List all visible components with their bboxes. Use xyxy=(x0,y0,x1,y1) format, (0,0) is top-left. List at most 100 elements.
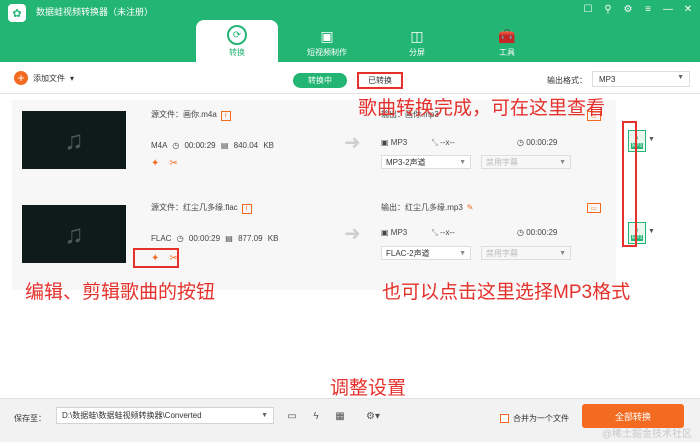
merge-option[interactable]: 合并为一个文件 xyxy=(500,413,569,424)
save-to-label: 保存至： xyxy=(14,414,46,423)
audio-icon: ▣ xyxy=(381,228,389,237)
subtitle-value: 禁用字幕 xyxy=(486,157,518,167)
audio-icon: ▣ xyxy=(381,138,389,147)
cut-icon[interactable]: ✂ xyxy=(169,158,177,169)
toolbox-icon: 🧰 xyxy=(498,28,516,44)
source-size: 877.09 KB xyxy=(238,234,279,243)
plus-icon: + xyxy=(14,71,28,85)
settings-icon[interactable]: ⚙ xyxy=(622,4,634,15)
feedback-icon[interactable]: ☐ xyxy=(582,4,594,15)
music-thumbnail: ♫ xyxy=(22,111,126,169)
source-file: 源文件：红尘几多缘.flac i xyxy=(151,202,252,214)
info-icon[interactable]: i xyxy=(220,111,231,121)
output-format-select[interactable]: MP3 ▼ xyxy=(592,71,690,87)
add-file-button[interactable]: + 添加文件 ▾ xyxy=(14,71,74,85)
key-icon[interactable]: ⚲ xyxy=(602,4,614,15)
source-meta: FLAC ◷ 00:00:29 ▤ 877.09 KB xyxy=(151,234,278,243)
app-title: 数据蛙视频转换器（未注册） xyxy=(36,7,154,17)
tab-label: 工具 xyxy=(499,48,515,57)
app-logo: ✿ xyxy=(8,4,26,22)
settings-gear-icon[interactable]: ⚙▾ xyxy=(360,409,386,423)
clock-icon: ◷ xyxy=(517,228,524,237)
edit-tools: ✦ ✂ xyxy=(151,158,178,169)
tab-label: 分屏 xyxy=(409,48,425,57)
title-bar: ✿ 数据蛙视频转换器（未注册） ☐ ⚲ ⚙ ≡ — ✕ ⟳ 转换 ▣ 短视频制作… xyxy=(0,0,700,62)
split-screen-icon: ◫ xyxy=(410,28,424,44)
output-format: MP3 xyxy=(390,138,408,147)
merge-label: 合并为一个文件 xyxy=(513,414,569,423)
source-format: FLAC xyxy=(151,234,172,243)
output-format: MP3 xyxy=(390,228,408,237)
chevron-down-icon[interactable]: ▼ xyxy=(648,136,655,143)
tab-split-screen[interactable]: ◫ 分屏 xyxy=(376,20,458,62)
info-icon[interactable]: i xyxy=(241,204,252,214)
add-file-label: 添加文件 xyxy=(33,73,65,83)
output-resolution: --x-- xyxy=(440,138,455,147)
audio-channel-select[interactable]: FLAC-2声道 ▼ xyxy=(381,246,471,260)
chevron-down-icon: ▾ xyxy=(70,73,75,83)
annotation-settings: 调整设置 xyxy=(330,378,407,399)
subtitle-select[interactable]: 禁用字幕 ▼ xyxy=(481,155,571,169)
chevron-down-icon: ▼ xyxy=(459,158,466,166)
resize-icon: ⤡ xyxy=(431,228,438,237)
save-path-select[interactable]: D:\数据蛙\数据蛙视频转换器\Converted ▼ xyxy=(56,407,274,424)
tab-convert[interactable]: ⟳ 转换 xyxy=(196,20,278,62)
file-icon: ▤ xyxy=(225,234,233,243)
subtitle-select[interactable]: 禁用字幕 ▼ xyxy=(481,246,571,260)
source-format: M4A xyxy=(151,141,168,150)
clock-icon: ◷ xyxy=(176,234,184,243)
arrow-right-icon: ➜ xyxy=(344,132,361,154)
annotation-box-format xyxy=(622,121,637,247)
converting-tab[interactable]: 转换中 xyxy=(293,73,347,88)
close-icon[interactable]: ✕ xyxy=(682,4,694,15)
rename-icon[interactable]: ✎ xyxy=(467,203,474,212)
folder-icon[interactable]: ▭ xyxy=(284,409,300,423)
save-path-value: D:\数据蛙\数据蛙视频转换器\Converted xyxy=(62,411,202,420)
arrow-right-icon: ➜ xyxy=(344,223,361,245)
output-meta: ▣ MP3 ⤡ --x-- ◷ 00:00:29 xyxy=(381,228,557,238)
source-name: 源文件：红尘几多缘.flac xyxy=(151,203,238,212)
output-duration: 00:00:29 xyxy=(526,228,558,237)
watermark: @稀土掘金技术社区 xyxy=(601,429,692,440)
output-format-value: MP3 xyxy=(599,74,616,84)
menu-icon[interactable]: ≡ xyxy=(642,4,654,15)
hd-badge: ▭ xyxy=(587,203,601,213)
chevron-down-icon[interactable]: ▼ xyxy=(648,228,655,235)
output-meta: ▣ MP3 ⤡ --x-- ◷ 00:00:29 xyxy=(381,138,557,148)
gpu-icon[interactable]: ▦ xyxy=(332,409,348,423)
annotation-format: 也可以点击这里选择MP3格式 xyxy=(382,282,631,303)
chevron-down-icon: ▼ xyxy=(559,158,566,166)
output-duration: 00:00:29 xyxy=(526,138,558,147)
bottom-bar: 保存至： D:\数据蛙\数据蛙视频转换器\Converted ▼ ▭ ϟ ▦ ⚙… xyxy=(0,398,700,442)
source-meta: M4A ◷ 00:00:29 ▤ 840.04 KB xyxy=(151,141,274,150)
output-file: 输出：红尘几多缘.mp3 ✎ xyxy=(381,202,474,213)
toolbar: + 添加文件 ▾ 转换中 已转换 输出格式： MP3 ▼ xyxy=(0,62,700,94)
chevron-down-icon: ▼ xyxy=(677,74,684,81)
source-file: 源文件：画你.m4a i xyxy=(151,109,231,121)
minimize-icon[interactable]: — xyxy=(662,4,674,15)
chevron-down-icon: ▼ xyxy=(459,249,466,257)
file-icon: ▤ xyxy=(220,141,229,150)
audio-channel-select[interactable]: MP3-2声道 ▼ xyxy=(381,155,471,169)
audio-channel-value: MP3-2声道 xyxy=(386,157,426,167)
tab-tools[interactable]: 🧰 工具 xyxy=(466,20,548,62)
tab-label: 短视频制作 xyxy=(307,48,347,57)
source-size: 840.04 KB xyxy=(233,141,275,150)
source-duration: 00:00:29 xyxy=(188,234,221,243)
chevron-down-icon: ▼ xyxy=(559,249,566,257)
tab-label: 转换 xyxy=(229,48,245,57)
hardware-accel-icon[interactable]: ϟ xyxy=(308,409,324,423)
main-nav: ⟳ 转换 ▣ 短视频制作 ◫ 分屏 🧰 工具 xyxy=(196,20,556,62)
source-name: 源文件：画你.m4a xyxy=(151,110,217,119)
convert-icon: ⟳ xyxy=(227,25,247,45)
merge-checkbox[interactable] xyxy=(500,414,509,423)
annotation-converted: 歌曲转换完成，可在这里查看 xyxy=(358,98,606,119)
output-name: 输出：红尘几多缘.mp3 xyxy=(381,203,463,212)
resize-icon: ⤡ xyxy=(431,138,438,147)
edit-icon[interactable]: ✦ xyxy=(151,158,159,169)
converted-tab[interactable]: 已转换 xyxy=(357,72,403,89)
tab-short-video[interactable]: ▣ 短视频制作 xyxy=(286,20,368,62)
annotation-box-edit xyxy=(133,248,179,268)
annotation-edit: 编辑、剪辑歌曲的按钮 xyxy=(25,282,216,303)
video-icon: ▣ xyxy=(320,28,334,44)
